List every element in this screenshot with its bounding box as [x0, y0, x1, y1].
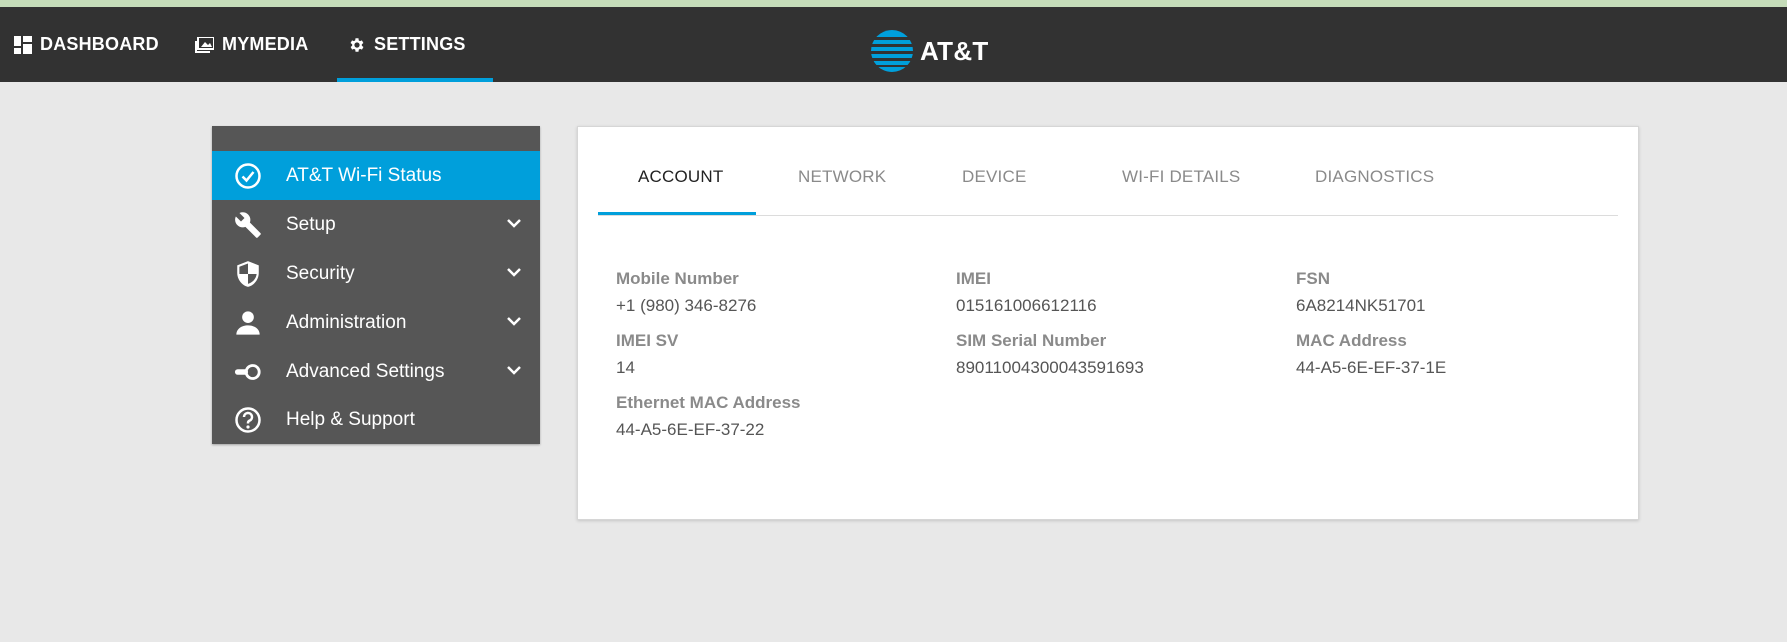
question-circle-icon: [234, 406, 262, 434]
field-mobile-number: Mobile Number +1 (980) 346-8276: [616, 269, 756, 316]
nav-settings[interactable]: SETTINGS: [348, 7, 466, 82]
chevron-down-icon[interactable]: [506, 217, 522, 229]
sidebar-item-wifi-status[interactable]: AT&T Wi-Fi Status: [212, 151, 540, 200]
brand-name: AT&T: [920, 35, 989, 66]
tab-device[interactable]: DEVICE: [962, 167, 1027, 187]
top-navigation-bar: DASHBOARD MYMEDIA SETTINGS AT&T: [0, 7, 1787, 82]
att-logo[interactable]: AT&T: [870, 21, 989, 81]
sidebar: AT&T Wi-Fi Status Setup Security Adminis…: [212, 126, 540, 444]
field-value: 14: [616, 358, 635, 377]
sidebar-item-setup[interactable]: Setup: [212, 200, 540, 249]
shield-icon: [234, 260, 262, 288]
dashboard-icon: [14, 35, 32, 54]
media-icon: [195, 36, 214, 53]
chevron-down-icon[interactable]: [506, 266, 522, 278]
nav-mymedia-label: MYMEDIA: [222, 34, 309, 54]
person-icon: [234, 309, 262, 337]
sidebar-item-label: Administration: [286, 312, 407, 333]
sidebar-item-label: Security: [286, 263, 355, 284]
field-value: 44-A5-6E-EF-37-22: [616, 420, 765, 439]
field-label: MAC Address: [1296, 331, 1407, 350]
tab-diagnostics[interactable]: DIAGNOSTICS: [1315, 167, 1434, 187]
gear-icon: [350, 37, 364, 52]
sidebar-item-label: AT&T Wi-Fi Status: [286, 165, 442, 186]
wrench-icon: [234, 211, 262, 239]
sidebar-item-administration[interactable]: Administration: [212, 298, 540, 347]
field-value: 6A8214NK51701: [1296, 296, 1426, 315]
field-value: 89011004300043591693: [956, 358, 1144, 377]
tab-account[interactable]: ACCOUNT: [638, 167, 723, 187]
field-mac-address: MAC Address 44-A5-6E-EF-37-1E: [1296, 331, 1446, 378]
sidebar-item-label: Advanced Settings: [286, 361, 445, 382]
field-label: IMEI SV: [616, 331, 679, 350]
sidebar-item-advanced-settings[interactable]: Advanced Settings: [212, 347, 540, 396]
field-imei-sv: IMEI SV 14: [616, 331, 678, 378]
field-fsn: FSN 6A8214NK51701: [1296, 269, 1426, 316]
nav-settings-label: SETTINGS: [374, 34, 466, 54]
nav-mymedia[interactable]: MYMEDIA: [195, 7, 308, 82]
field-value: +1 (980) 346-8276: [616, 296, 757, 315]
nav-dashboard-label: DASHBOARD: [40, 34, 159, 54]
sidebar-item-label: Setup: [286, 214, 336, 235]
field-ethernet-mac-address: Ethernet MAC Address 44-A5-6E-EF-37-22: [616, 393, 801, 440]
top-strip: [0, 0, 1787, 7]
nav-dashboard[interactable]: DASHBOARD: [14, 7, 159, 82]
sidebar-item-security[interactable]: Security: [212, 249, 540, 298]
tab-network[interactable]: NETWORK: [798, 167, 886, 187]
tab-wifi-details[interactable]: WI-FI DETAILS: [1122, 167, 1240, 187]
field-label: IMEI: [956, 269, 991, 288]
sidebar-item-help-support[interactable]: Help & Support: [212, 395, 540, 444]
field-value: 44-A5-6E-EF-37-1E: [1296, 358, 1447, 377]
field-imei: IMEI 015161006612116: [956, 269, 1097, 316]
account-panel: ACCOUNT NETWORK DEVICE WI-FI DETAILS DIA…: [577, 126, 1639, 520]
check-circle-icon: [234, 162, 262, 190]
sidebar-item-label: Help & Support: [286, 409, 415, 430]
field-label: FSN: [1296, 269, 1330, 288]
settings-active-indicator: [337, 78, 493, 82]
chevron-down-icon[interactable]: [506, 315, 522, 327]
chevron-down-icon[interactable]: [506, 364, 522, 376]
active-tab-indicator: [598, 212, 756, 215]
field-label: Mobile Number: [616, 269, 739, 288]
toggle-icon: [234, 358, 262, 386]
field-label: Ethernet MAC Address: [616, 393, 801, 412]
field-value: 015161006612116: [956, 296, 1097, 315]
tab-bar: ACCOUNT NETWORK DEVICE WI-FI DETAILS DIA…: [598, 127, 1618, 216]
field-label: SIM Serial Number: [956, 331, 1107, 350]
att-globe-icon: [870, 30, 914, 72]
field-sim-serial-number: SIM Serial Number 89011004300043591693: [956, 331, 1144, 378]
